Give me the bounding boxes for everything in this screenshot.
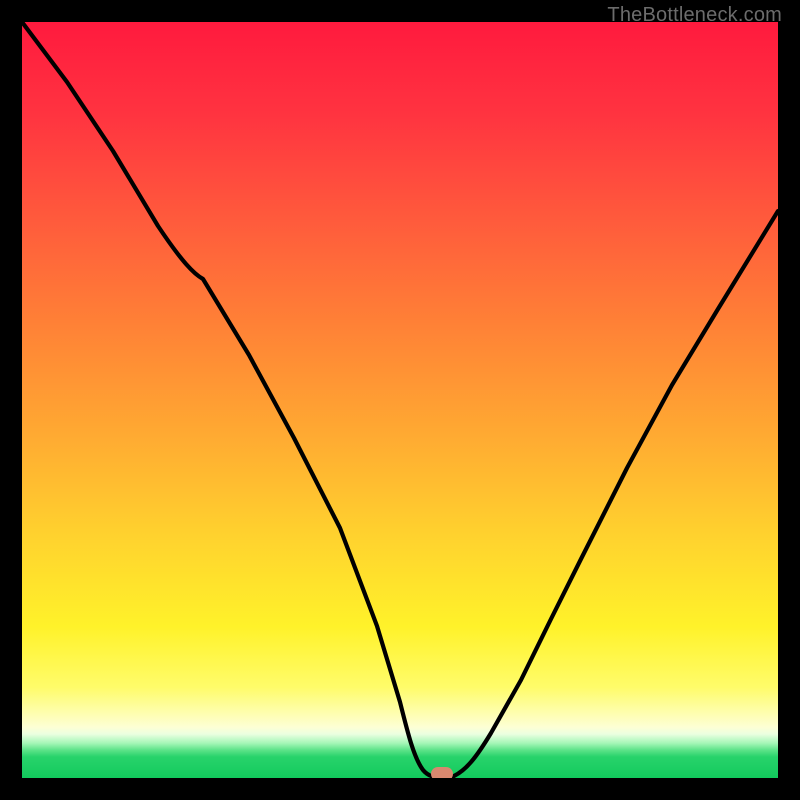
watermark-text: TheBottleneck.com — [607, 4, 782, 27]
bottleneck-curve-path — [22, 22, 778, 778]
bottleneck-curve — [22, 22, 778, 778]
plot-area — [22, 22, 778, 778]
optimal-point-marker — [431, 767, 453, 778]
chart-frame: TheBottleneck.com — [0, 0, 800, 800]
